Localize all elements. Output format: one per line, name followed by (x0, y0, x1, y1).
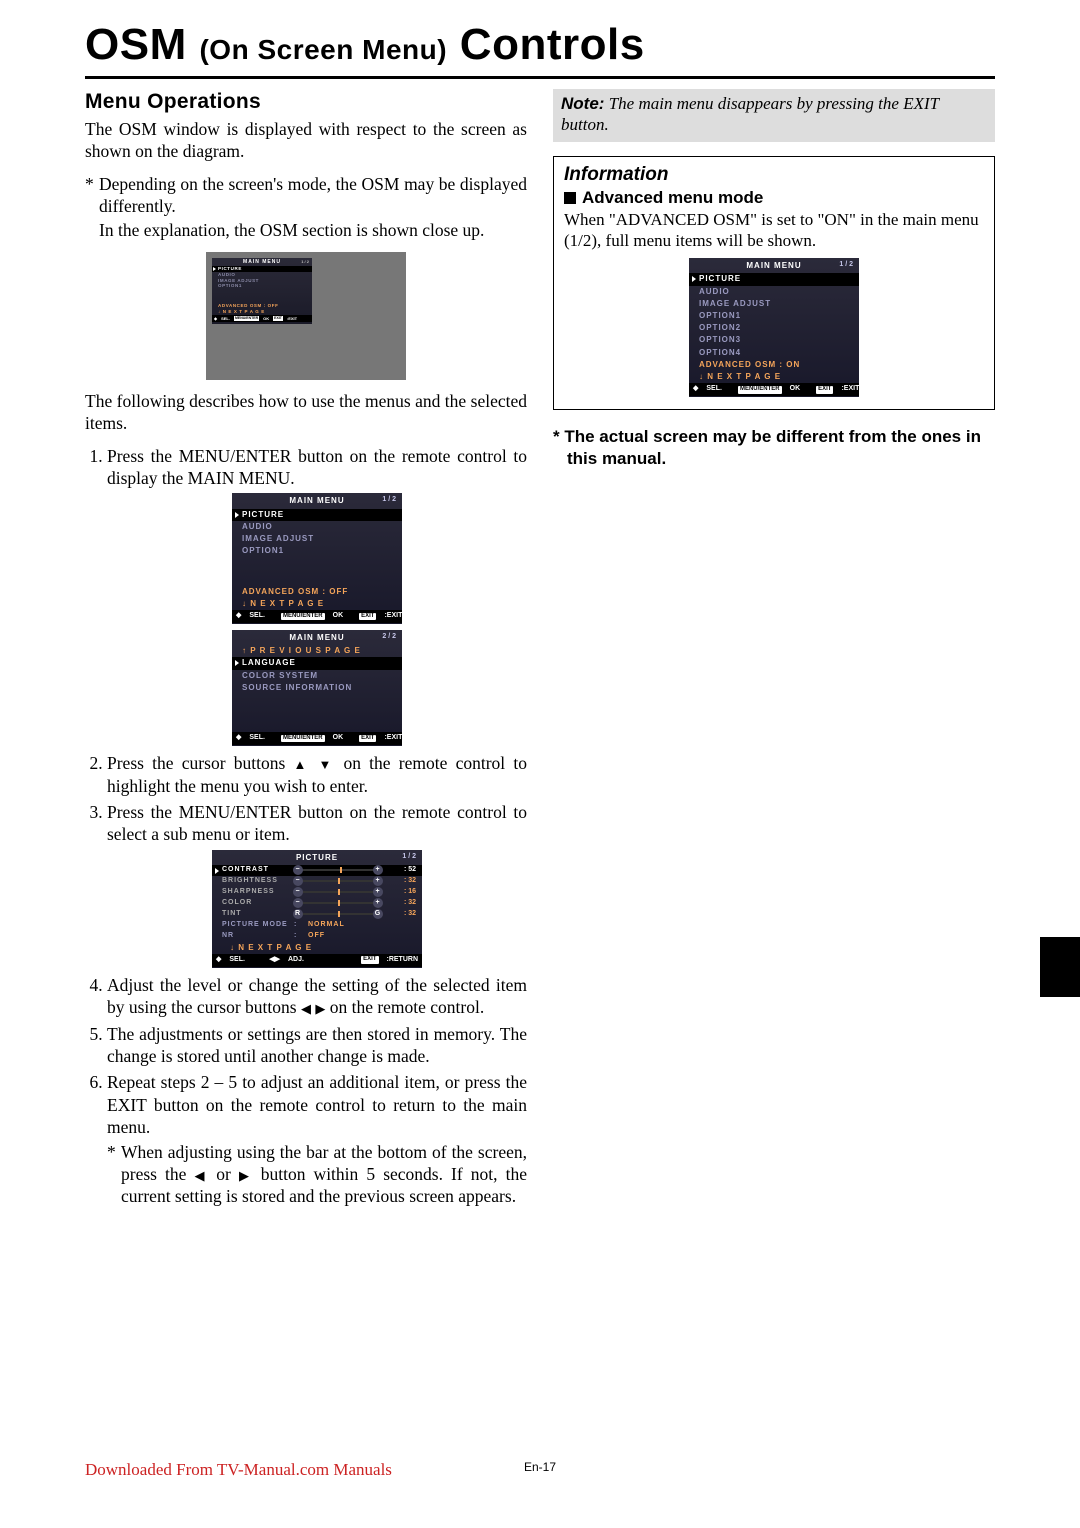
side-tab (1040, 937, 1080, 997)
picture-adj-row: CONTRAST−+: 52 (212, 865, 422, 876)
title-controls: Controls (460, 20, 645, 69)
note-text: The main menu disappears by pressing the… (561, 94, 939, 134)
osd-picture: PICTURE1 / 2 CONTRAST−+: 52BRIGHTNESS−+:… (212, 850, 422, 968)
note-label: Note: (561, 94, 604, 113)
intro-text: The OSM window is displayed with respect… (85, 118, 527, 163)
osd-main-1: MAIN MENU1 / 2 PICTURE AUDIO IMAGE ADJUS… (232, 493, 402, 624)
disclaimer: * The actual screen may be different fro… (553, 426, 995, 470)
info-body: When "ADVANCED OSM" is set to "ON" in th… (564, 209, 984, 253)
step-4: Adjust the level or change the setting o… (107, 974, 527, 1019)
right-icon-2 (239, 1164, 253, 1184)
left-icon-2 (195, 1164, 209, 1184)
step-2: Press the cursor buttons on the remote c… (107, 752, 527, 797)
step-5: The adjustments or settings are then sto… (107, 1023, 527, 1068)
title-sub: (On Screen Menu) (199, 34, 447, 65)
information-box: Information Advanced menu mode When "ADV… (553, 156, 995, 411)
osd-advanced: MAIN MENU1 / 2 PICTURE AUDIO IMAGE ADJUS… (689, 258, 859, 397)
left-column: Menu Operations The OSM window is displa… (85, 89, 527, 1212)
step-3: Press the MENU/ENTER button on the remot… (107, 801, 527, 968)
down-icon (318, 753, 335, 773)
picture-mode-row: NR:OFF (212, 931, 422, 942)
step-1: Press the MENU/ENTER button on the remot… (107, 445, 527, 747)
info-subheading: Advanced menu mode (564, 187, 984, 209)
title-osm: OSM (85, 20, 187, 69)
picture-adj-row: COLOR−+: 32 (212, 898, 422, 909)
desc-text: The following describes how to use the m… (85, 390, 527, 435)
page-footer: Downloaded From TV-Manual.com Manuals En… (85, 1460, 995, 1480)
steps-list: Press the MENU/ENTER button on the remot… (85, 445, 527, 1208)
osd-mini-menu: MAIN MENU1 / 2 PICTURE AUDIO IMAGE ADJUS… (212, 258, 312, 324)
mode-note-2: In the explanation, the OSM section is s… (85, 219, 527, 241)
osd-context-diagram: MAIN MENU1 / 2 PICTURE AUDIO IMAGE ADJUS… (206, 252, 406, 380)
picture-adj-row: BRIGHTNESS−+: 32 (212, 876, 422, 887)
page-number: En-17 (524, 1460, 556, 1474)
square-bullet-icon (564, 192, 576, 204)
up-icon (294, 753, 311, 773)
section-heading: Menu Operations (85, 89, 527, 116)
left-icon (301, 997, 311, 1017)
mode-note: *Depending on the screen's mode, the OSM… (85, 173, 527, 218)
download-link[interactable]: Downloaded From TV-Manual.com Manuals (85, 1460, 392, 1480)
right-icon (315, 997, 325, 1017)
step-6-note: *When adjusting using the bar at the bot… (107, 1141, 527, 1208)
info-heading: Information (564, 163, 984, 187)
step-6: Repeat steps 2 – 5 to adjust an addition… (107, 1071, 527, 1207)
right-column: Note: The main menu disappears by pressi… (553, 89, 995, 1212)
note-box: Note: The main menu disappears by pressi… (553, 89, 995, 142)
title-rule (85, 76, 995, 79)
page-title: OSM (On Screen Menu) Controls (85, 20, 995, 70)
osd-main-2: MAIN MENU2 / 2 ↑ P R E V I O U S P A G E… (232, 630, 402, 746)
picture-mode-row: PICTURE MODE:NORMAL (212, 920, 422, 931)
picture-adj-row: SHARPNESS−+: 16 (212, 887, 422, 898)
picture-adj-row: TINTRG: 32 (212, 909, 422, 920)
